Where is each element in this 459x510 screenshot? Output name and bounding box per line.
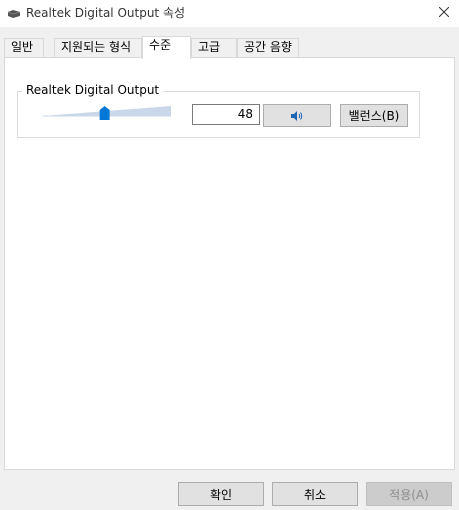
mute-button[interactable] [263,104,331,127]
tab-strip: 일반 지원되는 형식 수준 고급 공간 음향 [4,36,455,59]
close-button[interactable] [429,0,459,24]
level-group: Realtek Digital Output 48 밸런스(B) [17,83,420,138]
speaker-volume-icon [291,110,303,121]
tab-spatial-sound[interactable]: 공간 음향 [237,38,299,58]
window-title: Realtek Digital Output 속성 [26,6,186,20]
close-icon [439,7,449,17]
title-bar: Realtek Digital Output 속성 [0,0,459,27]
level-value-field[interactable]: 48 [192,104,260,125]
volume-slider[interactable] [43,104,171,122]
tab-supported-formats[interactable]: 지원되는 형식 [54,38,142,58]
tab-levels[interactable]: 수준 [142,36,191,59]
tab-panel-levels: Realtek Digital Output 48 밸런스(B) [4,57,455,470]
tab-advanced[interactable]: 고급 [191,38,237,58]
group-title: Realtek Digital Output [22,83,164,97]
speaker-device-icon [7,8,21,18]
slider-thumb[interactable] [99,106,110,120]
tab-general[interactable]: 일반 [4,38,44,58]
cancel-button[interactable]: 취소 [272,482,358,506]
balance-button[interactable]: 밸런스(B) [340,104,408,127]
ok-button[interactable]: 확인 [178,482,264,506]
apply-button[interactable]: 적용(A) [366,482,452,506]
